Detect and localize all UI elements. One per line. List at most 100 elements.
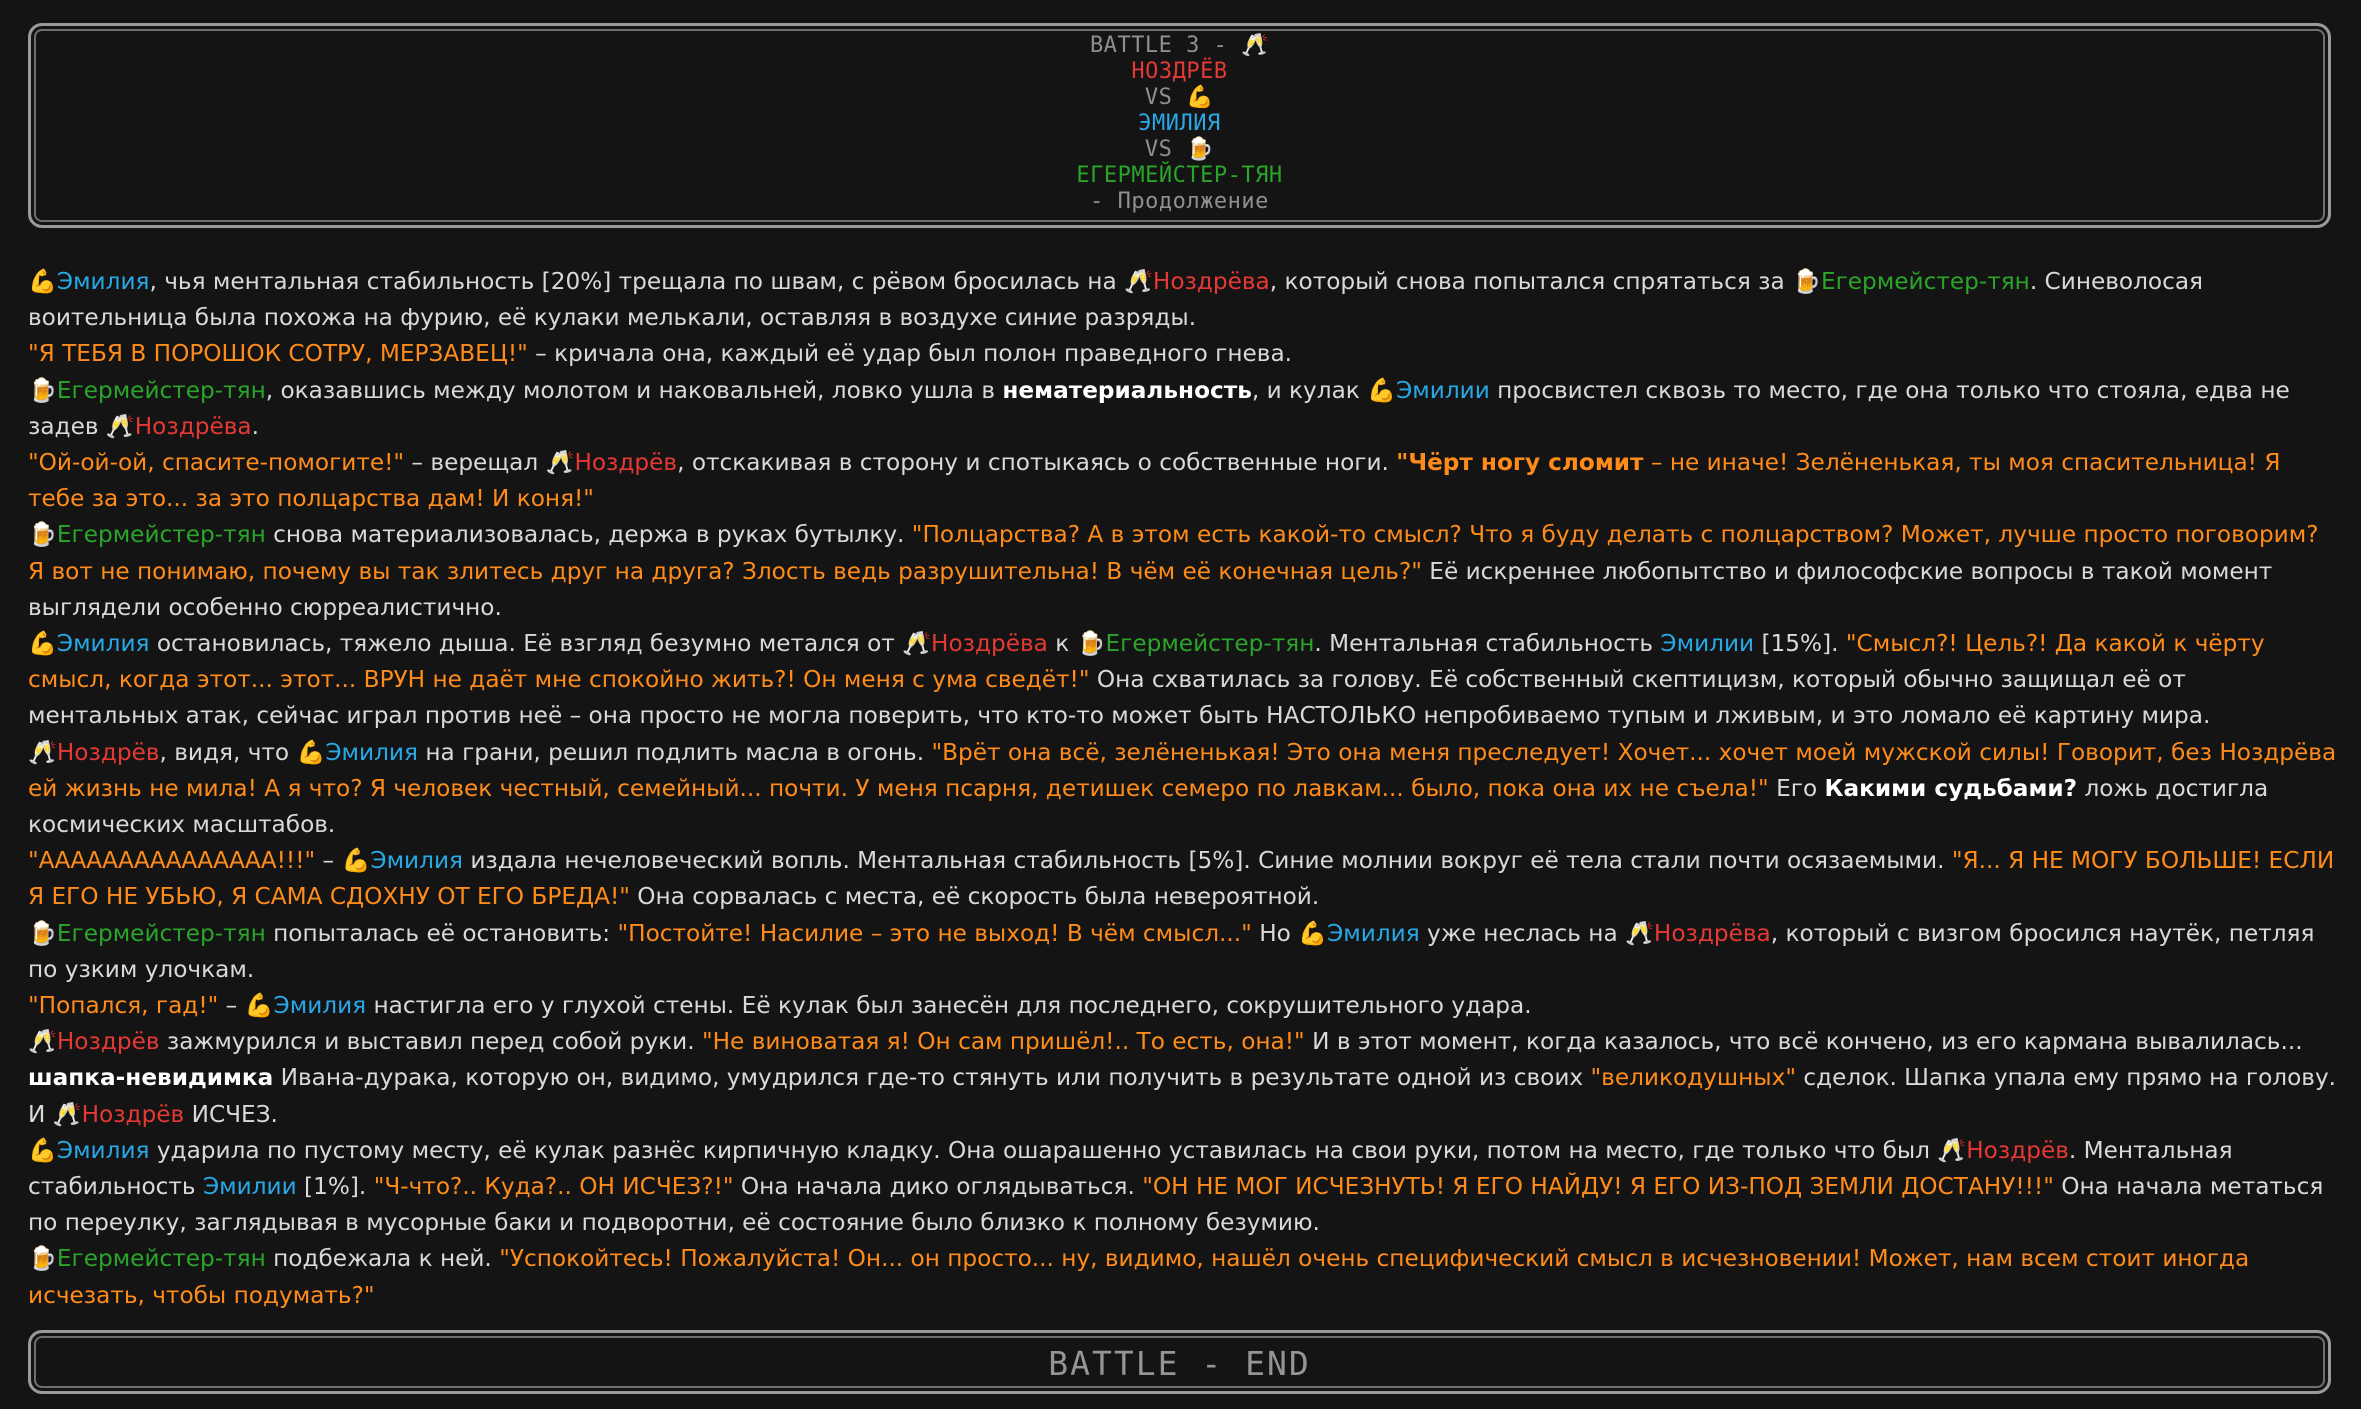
story-paragraph: 🥂Ноздрёв, видя, что 💪Эмилия на грани, ре… (28, 735, 2338, 844)
character-name-jager: Егермейстер-тян (56, 1245, 266, 1273)
narration-text: И (28, 1100, 53, 1128)
quote-text: "Ч-что?.. Куда?.. ОН ИСЧЕЗ?!" (373, 1173, 734, 1201)
story-paragraph: 🍺Егермейстер-тян подбежала к ней. "Успок… (28, 1241, 2338, 1313)
narration-text: попыталась её остановить: (265, 919, 618, 947)
narration-text: к (1047, 630, 1077, 658)
vs-label: VS (1144, 85, 1187, 110)
narration-text: . Ментальная стабильность (1314, 630, 1661, 658)
story-paragraph: 💪Эмилия, чья ментальная стабильность [20… (28, 264, 2338, 336)
vs-line-2: VS 🍺 (31, 137, 2328, 163)
battle-title-line: BATTLE 3 - 🥂 (31, 33, 2328, 59)
character-name-jager: Егермейстер-тян (1105, 630, 1315, 658)
battle-subtitle: - Продолжение (1090, 189, 1269, 214)
narration-text: издала нечеловеческий вопль. Ментальная … (462, 847, 1952, 875)
narration-text: , чья ментальная стабильность [20%] трещ… (149, 268, 1125, 295)
narration-text: , оказавшись между молотом и наковальней… (265, 376, 1003, 404)
champagne-glasses-icon: 🥂 (1625, 919, 1654, 947)
flexed-biceps-icon: 💪 (1186, 85, 1215, 110)
quote-text: "ААААААААААААААА!!!" (28, 847, 316, 875)
narration-text: Она начала дико оглядываться. (733, 1173, 1143, 1201)
champagne-glasses-icon: 🥂 (545, 449, 575, 477)
narration-text: подбежала к ней. (265, 1245, 500, 1273)
narration-text: ударила по пустому месту, её кулак разнё… (149, 1136, 1938, 1164)
narration-text: , отскакивая в сторону и спотыкаясь о со… (677, 449, 1397, 477)
story-paragraph: 💪Эмилия ударила по пустому месту, её кул… (28, 1133, 2338, 1242)
character-name-emilia: Эмилии (1660, 630, 1755, 658)
flexed-biceps-icon: 💪 (1298, 919, 1328, 947)
champagne-glasses-icon: 🥂 (28, 738, 57, 766)
story-paragraph: 🍺Егермейстер-тян попыталась её остановит… (28, 916, 2338, 988)
fighter-name-jager: ЕГЕРМЕЙСТЕР-ТЯН (1076, 163, 1283, 188)
narration-text: остановилась, тяжело дыша. Её взгляд без… (149, 630, 903, 658)
champagne-glasses-icon: 🥂 (902, 630, 932, 658)
character-name-nozdrev: Ноздрёв (56, 1028, 160, 1056)
character-name-jager: Егермейстер-тян (56, 376, 266, 404)
champagne-glasses-icon: 🥂 (1937, 1136, 1967, 1164)
character-name-nozdrev: Ноздрёв (574, 449, 678, 477)
narration-text: на грани, решил подлить масла в огонь. (417, 738, 932, 766)
champagne-glasses-icon: 🥂 (1241, 33, 1270, 58)
story-paragraph: 🍺Егермейстер-тян, оказавшись между молот… (28, 373, 2338, 445)
character-name-nozdrev: Ноздрёв (81, 1100, 185, 1128)
quote-text: "Я ТЕБЯ В ПОРОШОК СОТРУ, МЕРЗАВЕЦ!" (28, 340, 528, 368)
quote-text: "Ой-ой-ой, спасите-помогите!" (28, 449, 405, 477)
character-name-emilia: Эмилия (56, 630, 150, 658)
character-name-emilia: Эмилии (1396, 376, 1490, 404)
quote-text: "Не виноватая я! Он сам пришёл!.. То ест… (701, 1028, 1305, 1056)
narration-text: , видя, что (159, 738, 297, 766)
character-name-nozdrev: Ноздрёва (931, 630, 1048, 658)
narration-text: Ивана-дурака, которую он, видимо, умудри… (273, 1064, 1591, 1092)
character-name-emilia: Эмилия (56, 268, 150, 295)
narration-text: И в этот момент, когда казалось, что всё… (1304, 1028, 2303, 1056)
narration-text: , который снова попытался спрятаться за (1269, 268, 1793, 295)
beer-mug-icon: 🍺 (1186, 137, 1215, 162)
character-name-nozdrev: Ноздрёва (1653, 919, 1771, 947)
narration-text: снова материализовалась, держа в руках б… (265, 521, 912, 549)
character-name-emilia: Эмилия (370, 847, 463, 875)
flexed-biceps-icon: 💪 (341, 847, 371, 875)
quote-text: "ОН НЕ МОГ ИСЧЕЗНУТЬ! Я ЕГО НАЙДУ! Я ЕГО… (1142, 1173, 2054, 1201)
narration-text: . (251, 412, 259, 440)
narration-text: Его (1768, 774, 1825, 802)
bold-term: шапка-невидимка (28, 1064, 274, 1092)
flexed-biceps-icon: 💪 (1367, 376, 1397, 404)
beer-mug-icon: 🍺 (1792, 268, 1821, 295)
character-name-jager: Егермейстер-тян (56, 919, 266, 947)
story-paragraph: 💪Эмилия остановилась, тяжело дыша. Её вз… (28, 626, 2338, 735)
flexed-biceps-icon: 💪 (296, 738, 326, 766)
flexed-biceps-icon: 💪 (244, 992, 274, 1020)
champagne-glasses-icon: 🥂 (105, 412, 135, 440)
narration-text: – верещал (404, 449, 546, 477)
beer-mug-icon: 🍺 (28, 521, 57, 549)
beer-mug-icon: 🍺 (28, 376, 57, 404)
narration-text: настигла его у глухой стены. Её кулак бы… (366, 992, 1532, 1020)
flexed-biceps-icon: 💪 (28, 268, 57, 295)
story-paragraph: "ААААААААААААААА!!!" – 💪Эмилия издала не… (28, 843, 2338, 915)
flexed-biceps-icon: 💪 (28, 1136, 57, 1164)
character-name-nozdrev: Ноздрёв (56, 738, 160, 766)
fighter-name-nozdrev: НОЗДРЁВ (1131, 59, 1228, 84)
fighter-name-emilia: ЭМИЛИЯ (1138, 111, 1221, 136)
narration-text: – (315, 847, 342, 875)
narration-text: – кричала она, каждый её удар был полон … (527, 340, 1293, 368)
narration-text: зажмурился и выставил перед собой руки. (159, 1028, 702, 1056)
narration-text: сделок. Шапка упала ему прямо на голову. (1796, 1064, 2337, 1092)
character-name-emilia: Эмилии (202, 1173, 297, 1201)
battle-story: 💪Эмилия, чья ментальная стабильность [20… (28, 264, 2338, 1314)
narration-text: [15%]. (1754, 630, 1846, 658)
champagne-glasses-icon: 🥂 (28, 1028, 57, 1056)
vs-line-1: VS 💪 (31, 85, 2328, 111)
story-paragraph: "Я ТЕБЯ В ПОРОШОК СОТРУ, МЕРЗАВЕЦ!" – кр… (28, 336, 2338, 372)
character-name-jager: Егермейстер-тян (1820, 268, 2030, 295)
narration-text: уже неслась на (1419, 919, 1626, 947)
character-name-emilia: Эмилия (273, 992, 367, 1020)
battle-header-box: BATTLE 3 - 🥂 НОЗДРЁВ VS 💪 ЭМИЛИЯ VS 🍺 ЕГ… (28, 23, 2331, 228)
story-paragraph: 🍺Егермейстер-тян снова материализовалась… (28, 517, 2338, 626)
story-paragraph: "Попался, гад!" – 💪Эмилия настигла его у… (28, 988, 2338, 1024)
narration-text: Она сорвалась с места, её скорость была … (629, 883, 1320, 911)
beer-mug-icon: 🍺 (28, 919, 57, 947)
narration-text: [1%]. (296, 1173, 374, 1201)
battle-end-label: BATTLE - END (1048, 1344, 1311, 1383)
quote-text: "великодушных" (1590, 1064, 1797, 1092)
story-paragraph: 🥂Ноздрёв зажмурился и выставил перед соб… (28, 1024, 2338, 1096)
